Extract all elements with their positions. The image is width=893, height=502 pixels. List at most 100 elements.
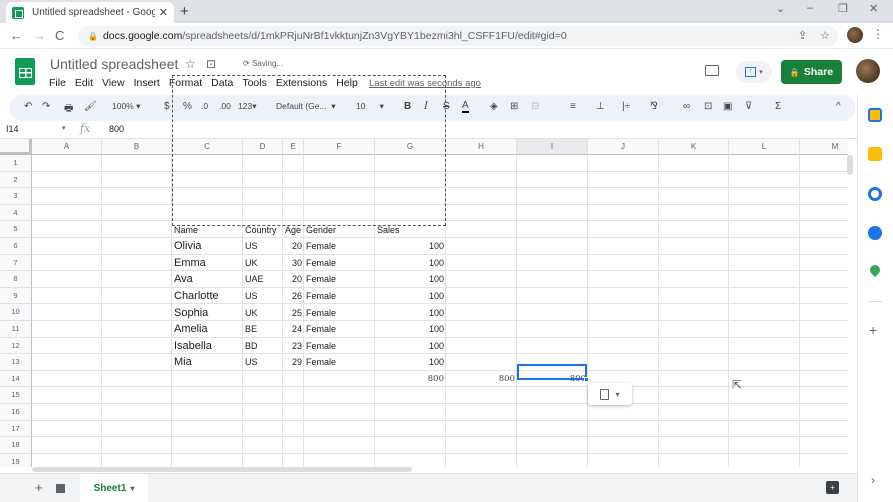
table-header-cell[interactable]: Sales	[375, 221, 446, 238]
country-cell[interactable]: UK	[243, 304, 283, 321]
last-edit-link[interactable]: Last edit was seconds ago	[369, 78, 481, 89]
percent-button[interactable]: %	[183, 101, 192, 112]
menu-extensions[interactable]: Extensions	[276, 77, 327, 89]
country-cell[interactable]: US	[243, 354, 283, 371]
name-box[interactable]: I14	[6, 124, 19, 134]
gender-cell[interactable]: Female	[304, 255, 375, 272]
currency-button[interactable]: $	[164, 101, 170, 112]
share-button[interactable]: 🔒 Share	[781, 60, 842, 84]
column-header-F[interactable]: F	[304, 139, 375, 155]
fill-handle[interactable]	[584, 377, 589, 382]
text-wrap-icon[interactable]: |÷	[622, 101, 630, 112]
undo-icon[interactable]: ↶	[24, 101, 32, 112]
browser-menu-icon[interactable]: ⋮	[872, 27, 884, 41]
gender-cell[interactable]: Female	[304, 238, 375, 255]
keep-icon[interactable]	[868, 147, 882, 161]
column-header-C[interactable]: C	[172, 139, 243, 155]
row-header-7[interactable]: 7	[0, 254, 32, 272]
add-sheet-button[interactable]: +	[35, 480, 43, 495]
name-cell[interactable]: Olivia	[172, 238, 243, 255]
row-header-8[interactable]: 8	[0, 271, 32, 288]
get-add-ons-button[interactable]: +	[869, 322, 877, 338]
bookmark-star-icon[interactable]: ☆	[820, 26, 830, 46]
comment-history-icon[interactable]	[705, 65, 719, 76]
increase-decimal-button[interactable]: .00	[219, 101, 231, 111]
spreadsheet-grid[interactable]: A B C D E F G H I J K L M 1 2 3 4 5 6 7 8 9 10 11 12 13 14 15 16 17 18…	[0, 139, 848, 467]
row-header-19[interactable]: 19	[0, 453, 32, 467]
age-cell[interactable]: 30	[283, 255, 304, 272]
row-header-10[interactable]: 10	[0, 304, 32, 321]
menu-file[interactable]: File	[49, 77, 66, 89]
column-header-D[interactable]: D	[243, 139, 283, 155]
strikethrough-button[interactable]: S	[443, 101, 450, 112]
row-header-5[interactable]: 5	[0, 221, 32, 238]
redo-icon[interactable]: ↷	[42, 101, 50, 112]
horizontal-scrollbar[interactable]	[32, 467, 412, 472]
row-header-14[interactable]: 14	[0, 370, 32, 388]
sales-cell[interactable]: 100	[375, 338, 446, 355]
formula-input[interactable]: 800	[109, 124, 124, 134]
tasks-icon[interactable]	[868, 187, 882, 201]
expand-side-panel-button[interactable]: ›	[871, 473, 875, 487]
country-cell[interactable]: BE	[243, 321, 283, 338]
menu-data[interactable]: Data	[211, 77, 233, 89]
total-cell-G14[interactable]: 800	[375, 371, 446, 388]
font-select[interactable]: Default (Ge... ▾	[276, 101, 336, 112]
font-size-select[interactable]: 10 ▾	[356, 101, 384, 112]
move-folder-icon[interactable]: ⊡	[206, 57, 216, 71]
minimize-button[interactable]: –	[807, 2, 813, 14]
maximize-button[interactable]: ❐	[838, 2, 848, 15]
row-header-2[interactable]: 2	[0, 171, 32, 189]
country-cell[interactable]: BD	[243, 338, 283, 355]
gender-cell[interactable]: Female	[304, 338, 375, 355]
row-header-9[interactable]: 9	[0, 287, 32, 305]
decrease-decimal-button[interactable]: .0	[201, 101, 208, 111]
text-color-button[interactable]: A	[462, 101, 469, 113]
menu-tools[interactable]: Tools	[242, 77, 267, 89]
tab-close-icon[interactable]: ✕	[159, 6, 168, 19]
country-cell[interactable]: US	[243, 238, 283, 255]
row-header-12[interactable]: 12	[0, 337, 32, 355]
row-header-18[interactable]: 18	[0, 437, 32, 454]
name-cell[interactable]: Charlotte	[172, 288, 243, 305]
account-avatar[interactable]	[856, 59, 880, 83]
row-header-13[interactable]: 13	[0, 354, 32, 371]
gender-cell[interactable]: Female	[304, 304, 375, 321]
sales-cell[interactable]: 100	[375, 321, 446, 338]
italic-button[interactable]: I	[424, 101, 428, 112]
present-button[interactable]: ↑ ▾	[736, 61, 772, 83]
all-sheets-icon[interactable]	[56, 484, 65, 493]
column-header-L[interactable]: L	[729, 139, 800, 155]
text-rotation-icon[interactable]: ⅋	[650, 101, 658, 112]
column-header-G[interactable]: G	[375, 139, 446, 155]
column-header-B[interactable]: B	[102, 139, 172, 155]
collapse-toolbar-icon[interactable]: ^	[836, 101, 841, 112]
active-cell-I14[interactable]	[517, 364, 587, 380]
sales-cell[interactable]: 100	[375, 288, 446, 305]
explore-icon[interactable]: +	[826, 481, 839, 494]
gender-cell[interactable]: Female	[304, 354, 375, 371]
country-cell[interactable]: UK	[243, 255, 283, 272]
row-header-3[interactable]: 3	[0, 188, 32, 205]
row-header-4[interactable]: 4	[0, 204, 32, 222]
reload-button[interactable]: C	[55, 28, 64, 43]
back-button[interactable]: ←	[10, 28, 23, 43]
name-cell[interactable]: Mia	[172, 354, 243, 371]
table-header-cell[interactable]: Gender	[304, 221, 375, 238]
column-header-H[interactable]: H	[446, 139, 517, 155]
print-icon[interactable]: 🖶	[64, 101, 73, 118]
age-cell[interactable]: 25	[283, 304, 304, 321]
sales-cell[interactable]: 100	[375, 238, 446, 255]
row-header-17[interactable]: 17	[0, 420, 32, 438]
sales-cell[interactable]: 100	[375, 271, 446, 288]
forward-button[interactable]: →	[33, 28, 46, 43]
row-header-15[interactable]: 15	[0, 387, 32, 404]
name-cell[interactable]: Amelia	[172, 321, 243, 338]
table-header-cell[interactable]: Country	[243, 221, 283, 238]
menu-insert[interactable]: Insert	[134, 77, 160, 89]
bold-button[interactable]: B	[404, 101, 411, 112]
sheets-logo-icon[interactable]	[15, 58, 35, 85]
table-header-cell[interactable]: Age	[283, 221, 304, 238]
select-all-corner[interactable]	[0, 139, 32, 155]
column-header-I[interactable]: I	[517, 139, 588, 155]
